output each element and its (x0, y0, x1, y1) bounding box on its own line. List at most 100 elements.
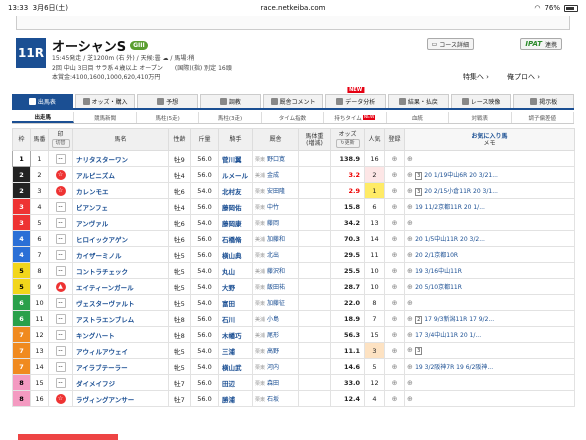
trainer-link[interactable]: 中竹 (267, 204, 279, 211)
mark-cell[interactable]: -- (48, 326, 73, 343)
trainer-link[interactable]: 野口寛 (267, 156, 285, 163)
tab-5[interactable]: データ分析 NEW (325, 87, 387, 108)
trainer-link[interactable]: 小島 (267, 316, 279, 323)
register-icon[interactable]: ⊕ (392, 267, 398, 275)
register-cell[interactable]: ⊕ (384, 278, 405, 295)
subtab-0[interactable]: 出走馬 (12, 112, 75, 123)
favorite-icon[interactable]: ⊕ (407, 251, 415, 259)
mark-select[interactable]: -- (55, 345, 66, 356)
register-cell[interactable]: ⊕ (384, 374, 405, 391)
register-cell[interactable]: ⊕ (384, 342, 405, 359)
horse-name-link[interactable]: アストラエンブレム (72, 310, 169, 327)
mark-cell[interactable]: -- (48, 358, 73, 375)
mark-select[interactable]: -- (55, 249, 66, 260)
mark-cell[interactable]: ☆ (48, 390, 73, 407)
mark-cell[interactable]: ▲ (48, 278, 73, 295)
jockey-link[interactable]: 丸山 (218, 262, 253, 279)
favorite-icon[interactable]: ⊕ (407, 187, 415, 195)
register-cell[interactable]: ⊕ (384, 310, 405, 327)
jockey-link[interactable]: 北村友 (218, 182, 253, 199)
register-icon[interactable]: ⊕ (392, 187, 398, 195)
jockey-link[interactable]: 木幡巧 (218, 326, 253, 343)
tab-1[interactable]: オッズ・購入 (74, 94, 136, 108)
ipat-link-button[interactable]: IPAT 連携 (520, 38, 562, 50)
subtab-7[interactable]: 対戦表 (449, 112, 512, 123)
mark-cell[interactable]: -- (48, 198, 73, 215)
memo-cell[interactable]: ⊕ 19 3/16中山11R (404, 262, 575, 279)
trainer-cell[interactable]: 美浦 藤沢和 (252, 262, 299, 279)
register-cell[interactable]: ⊕ (384, 390, 405, 407)
jockey-link[interactable]: 横山典 (218, 246, 253, 263)
register-icon[interactable]: ⊕ (392, 395, 398, 403)
trainer-cell[interactable]: 美浦 尾形 (252, 326, 299, 343)
jockey-link[interactable]: ルメール (218, 166, 253, 183)
mark-select[interactable]: -- (55, 377, 66, 388)
mark-select[interactable]: -- (55, 329, 66, 340)
register-cell[interactable]: ⊕ (384, 150, 405, 167)
register-icon[interactable]: ⊕ (392, 347, 398, 355)
mark-cell[interactable]: -- (48, 262, 73, 279)
favorite-icon[interactable]: ⊕ (407, 155, 413, 163)
mark-select[interactable]: -- (55, 297, 66, 308)
jockey-link[interactable]: 田辺 (218, 374, 253, 391)
trainer-cell[interactable]: 栗東 石坂 (252, 390, 299, 407)
horse-name-link[interactable]: ビアンフェ (72, 198, 169, 215)
favorite-icon[interactable]: ⊕ (407, 203, 415, 211)
register-icon[interactable]: ⊕ (392, 299, 398, 307)
horse-name-link[interactable]: ナリタスターワン (72, 150, 169, 167)
memo-cell[interactable]: ⊕ 2 17 9/3新潟11R 17 9/2... (404, 310, 575, 327)
mark-cell[interactable]: -- (48, 246, 73, 263)
memo-cell[interactable]: ⊕ 3 20 1/19中山6R 20 3/21... (404, 166, 575, 183)
trainer-cell[interactable]: 栗東 安田隆 (252, 182, 299, 199)
memo-cell[interactable]: ⊕ (404, 390, 575, 407)
mark-cell[interactable]: -- (48, 342, 73, 359)
trainer-link[interactable]: 加藤征 (267, 300, 285, 307)
tab-7[interactable]: レース映像 (450, 94, 512, 108)
mark-select[interactable]: -- (55, 313, 66, 324)
memo-cell[interactable]: ⊕ 20 5/10京都11R (404, 278, 575, 295)
memo-cell[interactable]: ⊕ 3 20 2/15小倉11R 20 3/1... (404, 182, 575, 199)
memo-cell[interactable]: ⊕ 20 2/1京都10R (404, 246, 575, 263)
jockey-link[interactable]: 大野 (218, 278, 253, 295)
memo-cell[interactable]: ⊕ 3 (404, 342, 575, 359)
favorite-icon[interactable]: ⊕ (407, 395, 413, 403)
tab-2[interactable]: 予想 (137, 94, 199, 108)
trainer-link[interactable]: 飯田祐 (267, 284, 285, 291)
favorite-icon[interactable]: ⊕ (407, 283, 415, 291)
jockey-link[interactable]: 勝浦 (218, 390, 253, 407)
memo-cell[interactable]: ⊕ 19 3/2阪神7R 19 6/2阪神... (404, 358, 575, 375)
mark-select[interactable]: ▲ (55, 281, 66, 292)
register-icon[interactable]: ⊕ (392, 203, 398, 211)
favorite-icon[interactable]: ⊕ (407, 235, 415, 243)
trainer-link[interactable]: 尾形 (267, 332, 279, 339)
register-icon[interactable]: ⊕ (392, 363, 398, 371)
register-cell[interactable]: ⊕ (384, 198, 405, 215)
jockey-link[interactable]: 石川 (218, 310, 253, 327)
trainer-cell[interactable]: 栗東 北出 (252, 246, 299, 263)
mark-cell[interactable]: ☆ (48, 166, 73, 183)
trainer-cell[interactable]: 美浦 金成 (252, 166, 299, 183)
tab-6[interactable]: 結果・払戻 (388, 94, 449, 108)
jockey-link[interactable]: 菅川翼 (218, 150, 253, 167)
register-icon[interactable]: ⊕ (392, 171, 398, 179)
mark-select[interactable]: ☆ (55, 393, 66, 404)
trainer-link[interactable]: 石坂 (267, 396, 279, 403)
course-detail-button[interactable]: ▭ コース詳細 (426, 38, 474, 50)
subtab-1[interactable]: 競馬新聞 (74, 112, 137, 123)
register-cell[interactable]: ⊕ (384, 294, 405, 311)
trainer-link[interactable]: 森田 (267, 380, 279, 387)
memo-cell[interactable]: ⊕ 20 1/5中山11R 20 3/2... (404, 230, 575, 247)
register-cell[interactable]: ⊕ (384, 230, 405, 247)
horse-name-link[interactable]: カレンモエ (72, 182, 169, 199)
mark-select[interactable]: -- (55, 233, 66, 244)
register-cell[interactable]: ⊕ (384, 182, 405, 199)
favorite-icon[interactable]: ⊕ (407, 315, 415, 323)
mark-cell[interactable]: -- (48, 214, 73, 231)
odds-refresh-button[interactable]: ↻更新 (335, 139, 360, 148)
tab-4[interactable]: 厩舎コメント (262, 94, 324, 108)
mark-select[interactable]: ☆ (55, 185, 66, 196)
favorite-icon[interactable]: ⊕ (407, 267, 415, 275)
favorite-icon[interactable]: ⊕ (407, 363, 415, 371)
favorite-icon[interactable]: ⊕ (407, 331, 415, 339)
mark-select[interactable]: -- (55, 201, 66, 212)
